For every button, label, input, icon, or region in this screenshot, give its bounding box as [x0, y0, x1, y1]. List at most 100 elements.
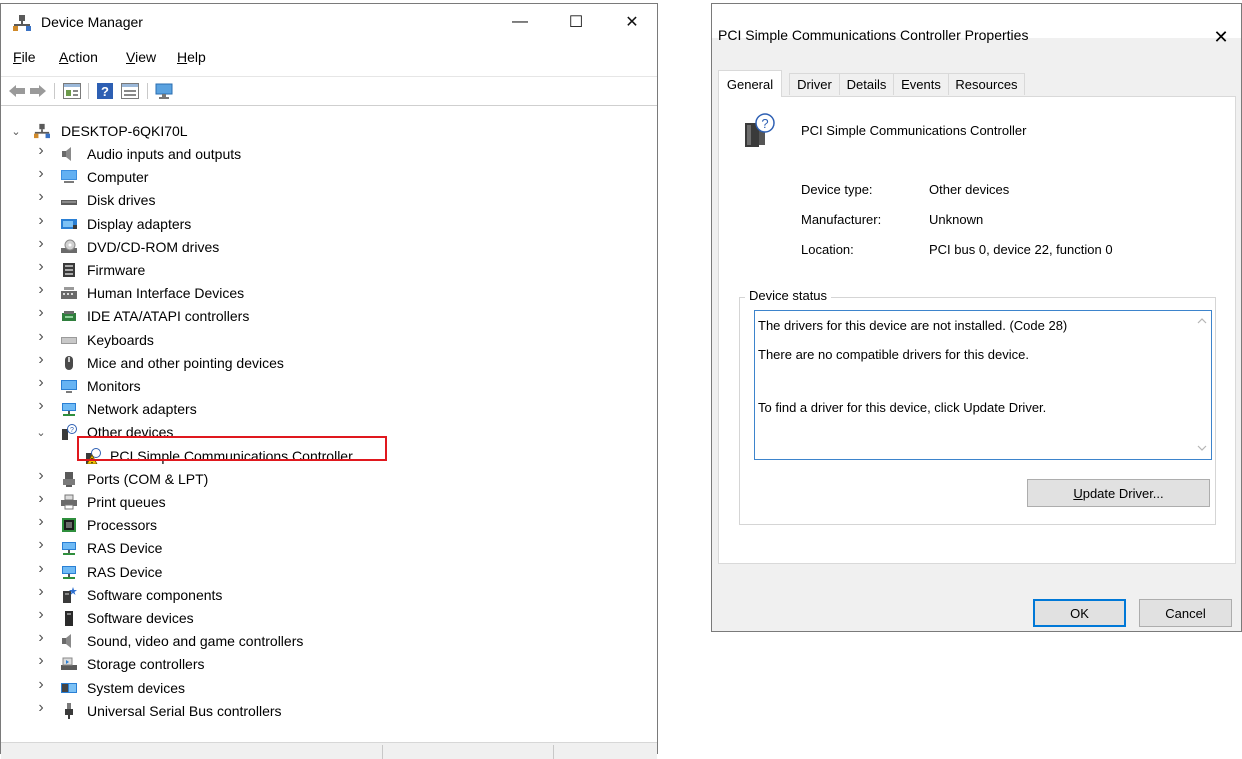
close-button[interactable]: ✕ — [609, 4, 655, 40]
expand-chevron-icon[interactable]: › — [36, 212, 46, 229]
expand-chevron-icon[interactable]: › — [36, 583, 46, 600]
status-line: To find a driver for this device, click … — [758, 400, 1047, 415]
maximize-button[interactable]: ☐ — [553, 4, 599, 40]
hid-icon — [61, 287, 77, 300]
device-status-textbox[interactable]: The drivers for this device are not inst… — [754, 310, 1212, 460]
system-device-icon — [61, 682, 77, 693]
tree-category-item[interactable]: › IDE ATA/ATAPI controllers — [1, 304, 657, 328]
properties-icon[interactable] — [63, 82, 81, 100]
expand-chevron-icon[interactable]: › — [36, 188, 46, 205]
tab-driver[interactable]: Driver — [789, 73, 840, 95]
expand-chevron-icon[interactable]: › — [36, 328, 46, 345]
ok-button[interactable]: OK — [1033, 599, 1126, 627]
expand-chevron-icon[interactable]: › — [36, 490, 46, 507]
expand-chevron-icon[interactable]: › — [36, 397, 46, 414]
menu-action[interactable]: Action — [59, 49, 98, 65]
tree-category-item[interactable]: › Human Interface Devices — [1, 281, 657, 305]
scan-hardware-icon[interactable] — [155, 82, 173, 100]
properties-dialog: PCI Simple Communications Controller Pro… — [711, 3, 1242, 632]
menu-help[interactable]: Help — [177, 49, 206, 65]
expand-chevron-icon[interactable]: › — [36, 374, 46, 391]
menu-file[interactable]: File — [13, 49, 36, 65]
dvd-drive-icon — [61, 239, 77, 253]
svg-text:?: ? — [101, 84, 109, 99]
tree-category-item[interactable]: › Universal Serial Bus controllers — [1, 699, 657, 723]
back-arrow-icon[interactable] — [9, 82, 25, 100]
tab-general[interactable]: General — [718, 70, 782, 97]
device-type-value: Other devices — [929, 182, 1010, 197]
status-scrollbar[interactable] — [1193, 312, 1211, 458]
tree-category-item[interactable]: › Print queues — [1, 490, 657, 514]
minimize-button[interactable]: — — [497, 4, 543, 40]
ras-device-icon — [62, 542, 76, 556]
tree-category-item[interactable]: › Display adapters — [1, 212, 657, 236]
collapse-chevron-icon[interactable]: ⌄ — [36, 425, 46, 439]
expand-chevron-icon[interactable]: › — [36, 351, 46, 368]
dialog-close-button[interactable]: ✕ — [1206, 22, 1236, 52]
device-manager-window: Device Manager — ☐ ✕ File Action View He… — [0, 3, 658, 759]
expand-chevron-icon[interactable]: › — [36, 560, 46, 577]
expand-chevron-icon[interactable]: › — [36, 142, 46, 159]
scroll-down-icon[interactable] — [1197, 445, 1207, 451]
storage-controller-icon — [61, 657, 77, 671]
expand-chevron-icon[interactable]: › — [36, 304, 46, 321]
tree-category-item[interactable]: › Computer — [1, 165, 657, 189]
ras-device-icon — [62, 565, 76, 579]
tree-category-item[interactable]: › Software devices — [1, 606, 657, 630]
tree-item-label: Computer — [87, 169, 149, 186]
expand-chevron-icon[interactable]: › — [36, 676, 46, 693]
title-bar[interactable]: Device Manager — ☐ ✕ — [1, 4, 657, 40]
update-driver-icon[interactable] — [121, 82, 139, 100]
tree-category-item[interactable]: › Sound, video and game controllers — [1, 629, 657, 653]
tree-category-item[interactable]: › Monitors — [1, 374, 657, 398]
tree-category-item[interactable]: › RAS Device — [1, 536, 657, 560]
menu-view[interactable]: View — [126, 49, 156, 65]
tree-category-item[interactable]: › System devices — [1, 676, 657, 700]
expand-chevron-icon[interactable]: › — [36, 536, 46, 553]
expand-chevron-icon[interactable]: › — [36, 699, 46, 716]
tab-details[interactable]: Details — [839, 73, 894, 95]
computer-icon — [61, 170, 77, 184]
expand-chevron-icon[interactable]: › — [36, 258, 46, 275]
forward-arrow-icon[interactable] — [30, 82, 46, 100]
tree-item-label: Storage controllers — [87, 656, 205, 673]
update-driver-button[interactable]: Update Driver... — [1027, 479, 1210, 507]
status-line: The drivers for this device are not inst… — [758, 318, 1068, 333]
tree-category-item[interactable]: › Software components — [1, 583, 657, 607]
help-icon[interactable]: ? — [97, 82, 113, 100]
toolbar-separator — [88, 83, 89, 99]
tree-category-item[interactable]: › Storage controllers — [1, 652, 657, 676]
expand-chevron-icon[interactable]: › — [36, 629, 46, 646]
cancel-button[interactable]: Cancel — [1139, 599, 1232, 627]
expand-chevron-icon[interactable]: › — [36, 235, 46, 252]
tree-category-item[interactable]: › Firmware — [1, 258, 657, 282]
location-value: PCI bus 0, device 22, function 0 — [929, 242, 1113, 257]
expand-chevron-icon[interactable]: › — [36, 467, 46, 484]
network-adapter-icon — [62, 403, 76, 417]
device-tree: ⌄ DESKTOP-6QKI70L › Audio inputs and outp… — [1, 114, 657, 719]
scroll-up-icon[interactable] — [1197, 318, 1207, 324]
tree-category-item[interactable]: › Ports (COM & LPT) — [1, 467, 657, 491]
expand-chevron-icon[interactable]: › — [36, 652, 46, 669]
tree-category-item[interactable]: › Disk drives — [1, 188, 657, 212]
tree-category-item[interactable]: › Processors — [1, 513, 657, 537]
tab-events[interactable]: Events — [893, 73, 949, 95]
expand-chevron-icon[interactable]: › — [36, 513, 46, 530]
tree-category-item[interactable]: › Audio inputs and outputs — [1, 142, 657, 166]
mouse-icon — [65, 355, 73, 370]
tree-category-item[interactable]: › Mice and other pointing devices — [1, 351, 657, 375]
tree-category-item[interactable]: › Network adapters — [1, 397, 657, 421]
collapse-chevron-icon[interactable]: ⌄ — [11, 124, 21, 138]
expand-chevron-icon[interactable]: › — [36, 281, 46, 298]
tree-item-label: System devices — [87, 679, 186, 696]
tree-category-item[interactable]: › RAS Device — [1, 560, 657, 584]
expand-chevron-icon[interactable]: › — [36, 606, 46, 623]
expand-chevron-icon[interactable]: › — [36, 165, 46, 182]
tree-category-item[interactable]: › DVD/CD-ROM drives — [1, 235, 657, 259]
manufacturer-value: Unknown — [929, 212, 984, 227]
tree-category-item[interactable]: › Keyboards — [1, 328, 657, 352]
tree-item-label: Software components — [87, 586, 223, 603]
status-separator — [553, 745, 554, 759]
tab-resources[interactable]: Resources — [948, 73, 1025, 95]
tree-root[interactable]: ⌄ DESKTOP-6QKI70L — [1, 120, 657, 143]
